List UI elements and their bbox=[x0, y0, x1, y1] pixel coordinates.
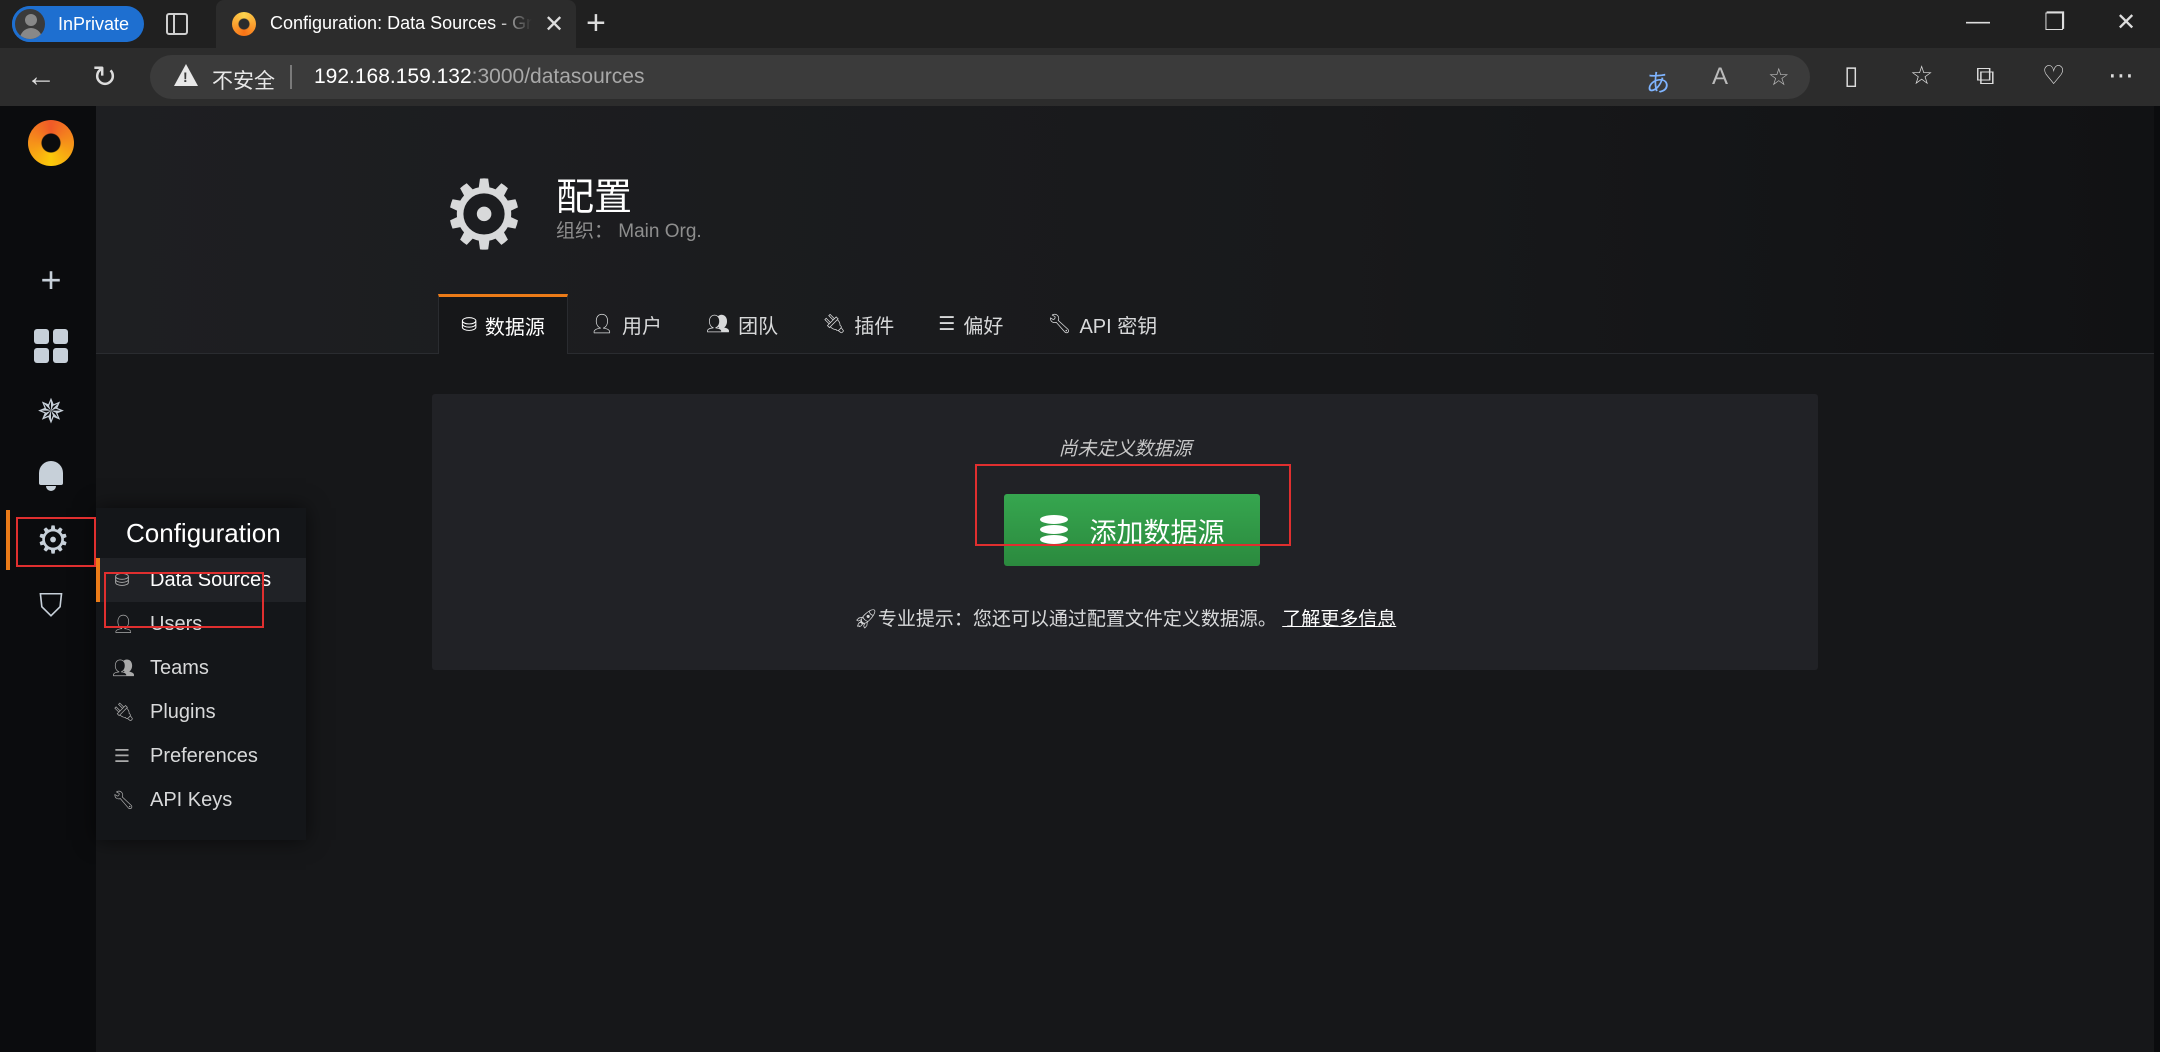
tab-preferences[interactable]: ☰ 偏好 bbox=[916, 294, 1025, 354]
window-close-icon[interactable]: ✕ bbox=[2116, 8, 2136, 37]
url-text[interactable]: 192.168.159.132:3000/datasources bbox=[314, 65, 644, 89]
tab-api-keys[interactable]: 🔧︎ API 密钥 bbox=[1025, 294, 1179, 354]
split-screen-icon[interactable]: ▯ bbox=[1844, 60, 1858, 91]
server-admin-icon[interactable]: ⛉ bbox=[6, 576, 96, 636]
key-icon: 🔧︎ bbox=[1047, 314, 1072, 335]
dashboards-icon[interactable] bbox=[6, 316, 96, 376]
browser-tab[interactable]: Configuration: Data Sources - Grafana ✕ bbox=[216, 0, 576, 48]
users-icon: 👥︎ bbox=[706, 314, 731, 335]
favorites-icon[interactable]: ☆ bbox=[1910, 60, 1933, 91]
flyout-item-preferences[interactable]: ☰ Preferences bbox=[96, 734, 306, 778]
security-label[interactable]: 不安全 bbox=[212, 65, 275, 95]
highlight-box bbox=[975, 464, 1291, 546]
flyout-item-teams[interactable]: 👥︎ Teams bbox=[96, 646, 306, 690]
refresh-icon[interactable]: ↻ bbox=[92, 60, 117, 95]
tab-close-icon[interactable]: ✕ bbox=[544, 10, 564, 39]
flyout-item-plugins[interactable]: 🔌︎ Plugins bbox=[96, 690, 306, 734]
tab-label: 插件 bbox=[854, 315, 895, 338]
tab-datasources[interactable]: ⛁ 数据源 bbox=[438, 294, 568, 354]
tab-plugins[interactable]: 🔌︎ 插件 bbox=[800, 294, 916, 354]
more-icon[interactable]: ⋯ bbox=[2108, 60, 2134, 91]
explore-icon[interactable]: ✵ bbox=[6, 382, 96, 442]
flyout-item-label: Plugins bbox=[150, 700, 216, 723]
configuration-gear-icon: ⚙ bbox=[441, 162, 528, 269]
side-menu: + ✵ ⚙ ⛉ bbox=[6, 106, 96, 1052]
users-icon: 👥︎ bbox=[112, 657, 135, 678]
tab-actions-icon[interactable] bbox=[166, 13, 188, 35]
page-header: ⚙ 配置 组织： Main Org. ⛁ 数据源 👤︎ 用户 👥︎ 团队 🔌︎ … bbox=[96, 106, 2154, 354]
restore-icon[interactable]: ❐ bbox=[2044, 8, 2066, 37]
browser-toolbar: ← ↻ 不安全 192.168.159.132:3000/datasources… bbox=[0, 48, 2160, 106]
tab-label: 偏好 bbox=[963, 315, 1004, 338]
grafana-favicon-icon bbox=[232, 12, 256, 36]
tab-teams[interactable]: 👥︎ 团队 bbox=[684, 294, 800, 354]
minimize-icon[interactable]: — bbox=[1966, 8, 1990, 36]
tab-label: 数据源 bbox=[484, 317, 545, 339]
page-subtitle: 组织： Main Org. bbox=[556, 221, 702, 242]
empty-state-text: 尚未定义数据源 bbox=[1058, 439, 1192, 460]
read-aloud-icon[interactable]: A bbox=[1712, 63, 1728, 91]
favorite-star-icon[interactable]: ☆ bbox=[1768, 63, 1790, 92]
plug-icon: 🔌︎ bbox=[822, 314, 847, 335]
plug-icon: 🔌︎ bbox=[112, 701, 135, 722]
new-tab-icon[interactable]: + bbox=[586, 4, 606, 43]
browser-tabstrip: InPrivate Configuration: Data Sources - … bbox=[0, 0, 2160, 48]
browser-essentials-icon[interactable]: ♡ bbox=[2042, 60, 2065, 91]
security-warning-icon[interactable] bbox=[174, 64, 198, 86]
flyout-item-label: Teams bbox=[150, 656, 209, 679]
url-host: 192.168.159.132 bbox=[314, 65, 472, 88]
learn-more-link[interactable]: 了解更多信息 bbox=[1282, 609, 1396, 630]
tab-title: Configuration: Data Sources - Grafana bbox=[270, 13, 532, 33]
collections-icon[interactable]: ⧉ bbox=[1976, 60, 1995, 92]
profile-avatar-icon bbox=[12, 6, 48, 42]
tab-label: 用户 bbox=[622, 315, 663, 338]
grafana-logo-icon[interactable] bbox=[28, 120, 74, 166]
flyout-item-label: API Keys bbox=[150, 788, 233, 811]
page-title: 配置 bbox=[556, 177, 633, 219]
rocket-icon: 🚀︎ bbox=[853, 609, 878, 630]
highlight-box bbox=[16, 517, 96, 567]
sliders-icon: ☰ bbox=[938, 313, 956, 335]
page-tabs: ⛁ 数据源 👤︎ 用户 👥︎ 团队 🔌︎ 插件 ☰ 偏好 🔧︎ API 密钥 bbox=[438, 294, 1179, 354]
tab-label: API 密钥 bbox=[1079, 315, 1158, 338]
user-icon: 👤︎ bbox=[589, 314, 615, 335]
pro-tip-text: 专业提示：您还可以通过配置文件定义数据源。 bbox=[877, 609, 1277, 630]
highlight-box bbox=[104, 572, 264, 628]
sliders-icon: ☰ bbox=[113, 745, 131, 766]
translate-icon[interactable]: あ bbox=[1646, 63, 1670, 98]
key-icon: 🔧︎ bbox=[112, 789, 135, 810]
flyout-item-api-keys[interactable]: 🔧︎ API Keys bbox=[96, 778, 306, 822]
tab-users[interactable]: 👤︎ 用户 bbox=[568, 294, 684, 354]
grafana-app: + ✵ ⚙ ⛉ ⚙ 配置 组织： Main Org. ⛁ 数据源 👤︎ 用户 👥… bbox=[6, 106, 2154, 1052]
inprivate-label: InPrivate bbox=[58, 13, 130, 34]
empty-datasources-card: 尚未定义数据源 添加数据源 🚀︎专业提示：您还可以通过配置文件定义数据源。 了解… bbox=[432, 394, 1818, 670]
back-icon[interactable]: ← bbox=[26, 60, 56, 94]
address-separator bbox=[290, 65, 292, 89]
database-icon: ⛁ bbox=[461, 315, 477, 336]
flyout-item-label: Preferences bbox=[150, 744, 258, 767]
configuration-flyout-menu: Configuration ⛁ Data Sources 👤︎ Users 👥︎… bbox=[96, 508, 306, 840]
url-path: :3000/datasources bbox=[471, 65, 645, 88]
tab-label: 团队 bbox=[738, 315, 779, 338]
alerting-icon[interactable] bbox=[6, 446, 96, 506]
address-bar[interactable]: 不安全 192.168.159.132:3000/datasources あ A… bbox=[150, 55, 1810, 99]
flyout-title: Configuration bbox=[126, 517, 281, 548]
pro-tip: 🚀︎专业提示：您还可以通过配置文件定义数据源。 了解更多信息 bbox=[432, 604, 1818, 631]
plus-icon[interactable]: + bbox=[6, 250, 96, 310]
inprivate-badge[interactable]: InPrivate bbox=[12, 6, 144, 42]
